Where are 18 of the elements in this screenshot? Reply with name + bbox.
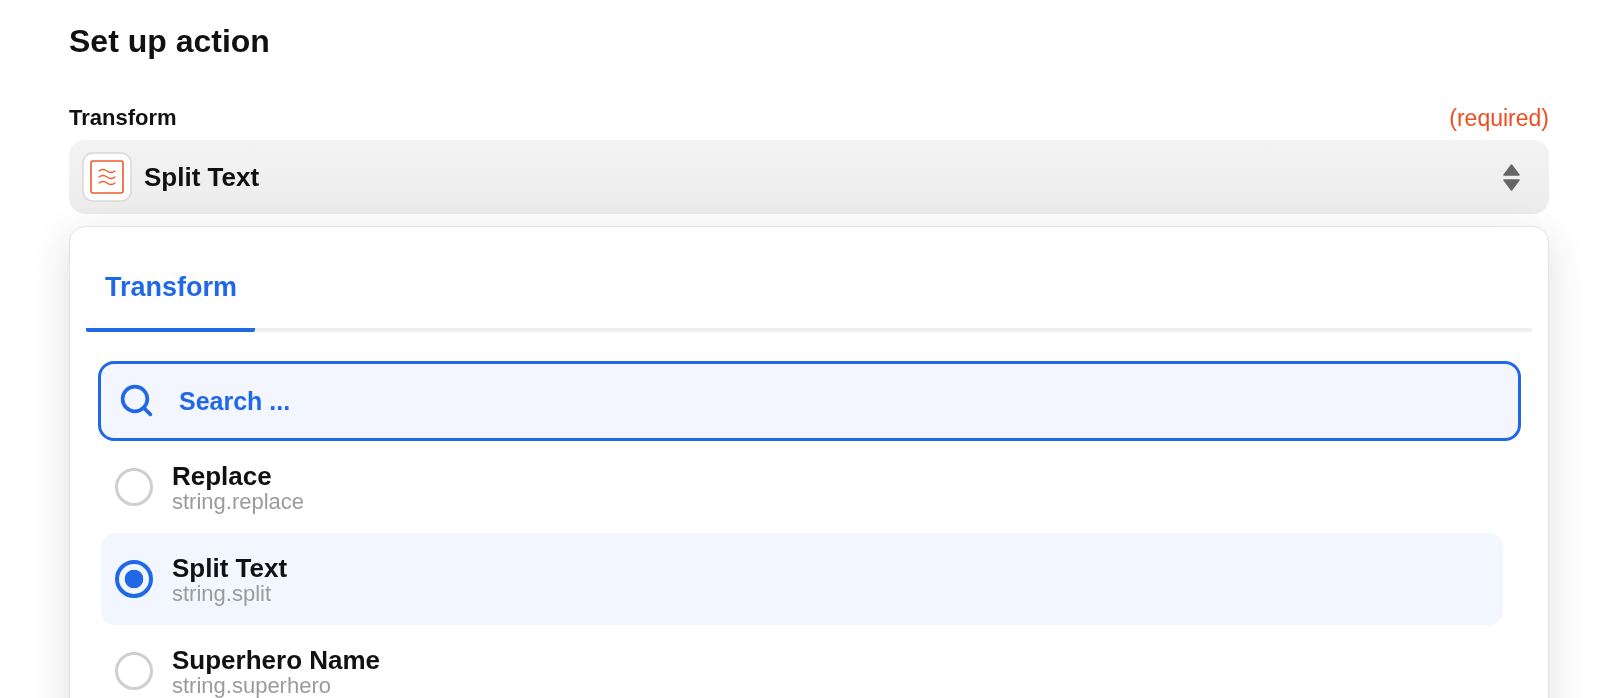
option-item[interactable]: Replace string.replace xyxy=(101,441,1503,533)
wavy-lines-icon xyxy=(82,152,132,202)
radio-button[interactable] xyxy=(115,560,153,598)
up-down-arrows-icon xyxy=(1503,163,1520,191)
option-subtitle: string.superhero xyxy=(172,674,331,697)
option-subtitle: string.replace xyxy=(172,490,305,513)
option-item[interactable]: Superhero Name string.superhero xyxy=(101,625,1503,698)
search-icon xyxy=(118,382,155,419)
page-title: Set up action xyxy=(69,22,271,61)
search-field[interactable]: Search ... xyxy=(98,361,1521,441)
option-subtitle: string.split xyxy=(172,582,272,605)
transform-select[interactable]: Split Text xyxy=(69,140,1549,214)
option-title: Split Text xyxy=(172,553,288,582)
option-title: Superhero Name xyxy=(172,645,381,674)
required-note: (required) xyxy=(1449,104,1549,133)
option-title: Replace xyxy=(172,461,272,490)
field-label: Transform xyxy=(69,104,177,132)
option-item[interactable]: Split Text string.split xyxy=(101,533,1503,625)
